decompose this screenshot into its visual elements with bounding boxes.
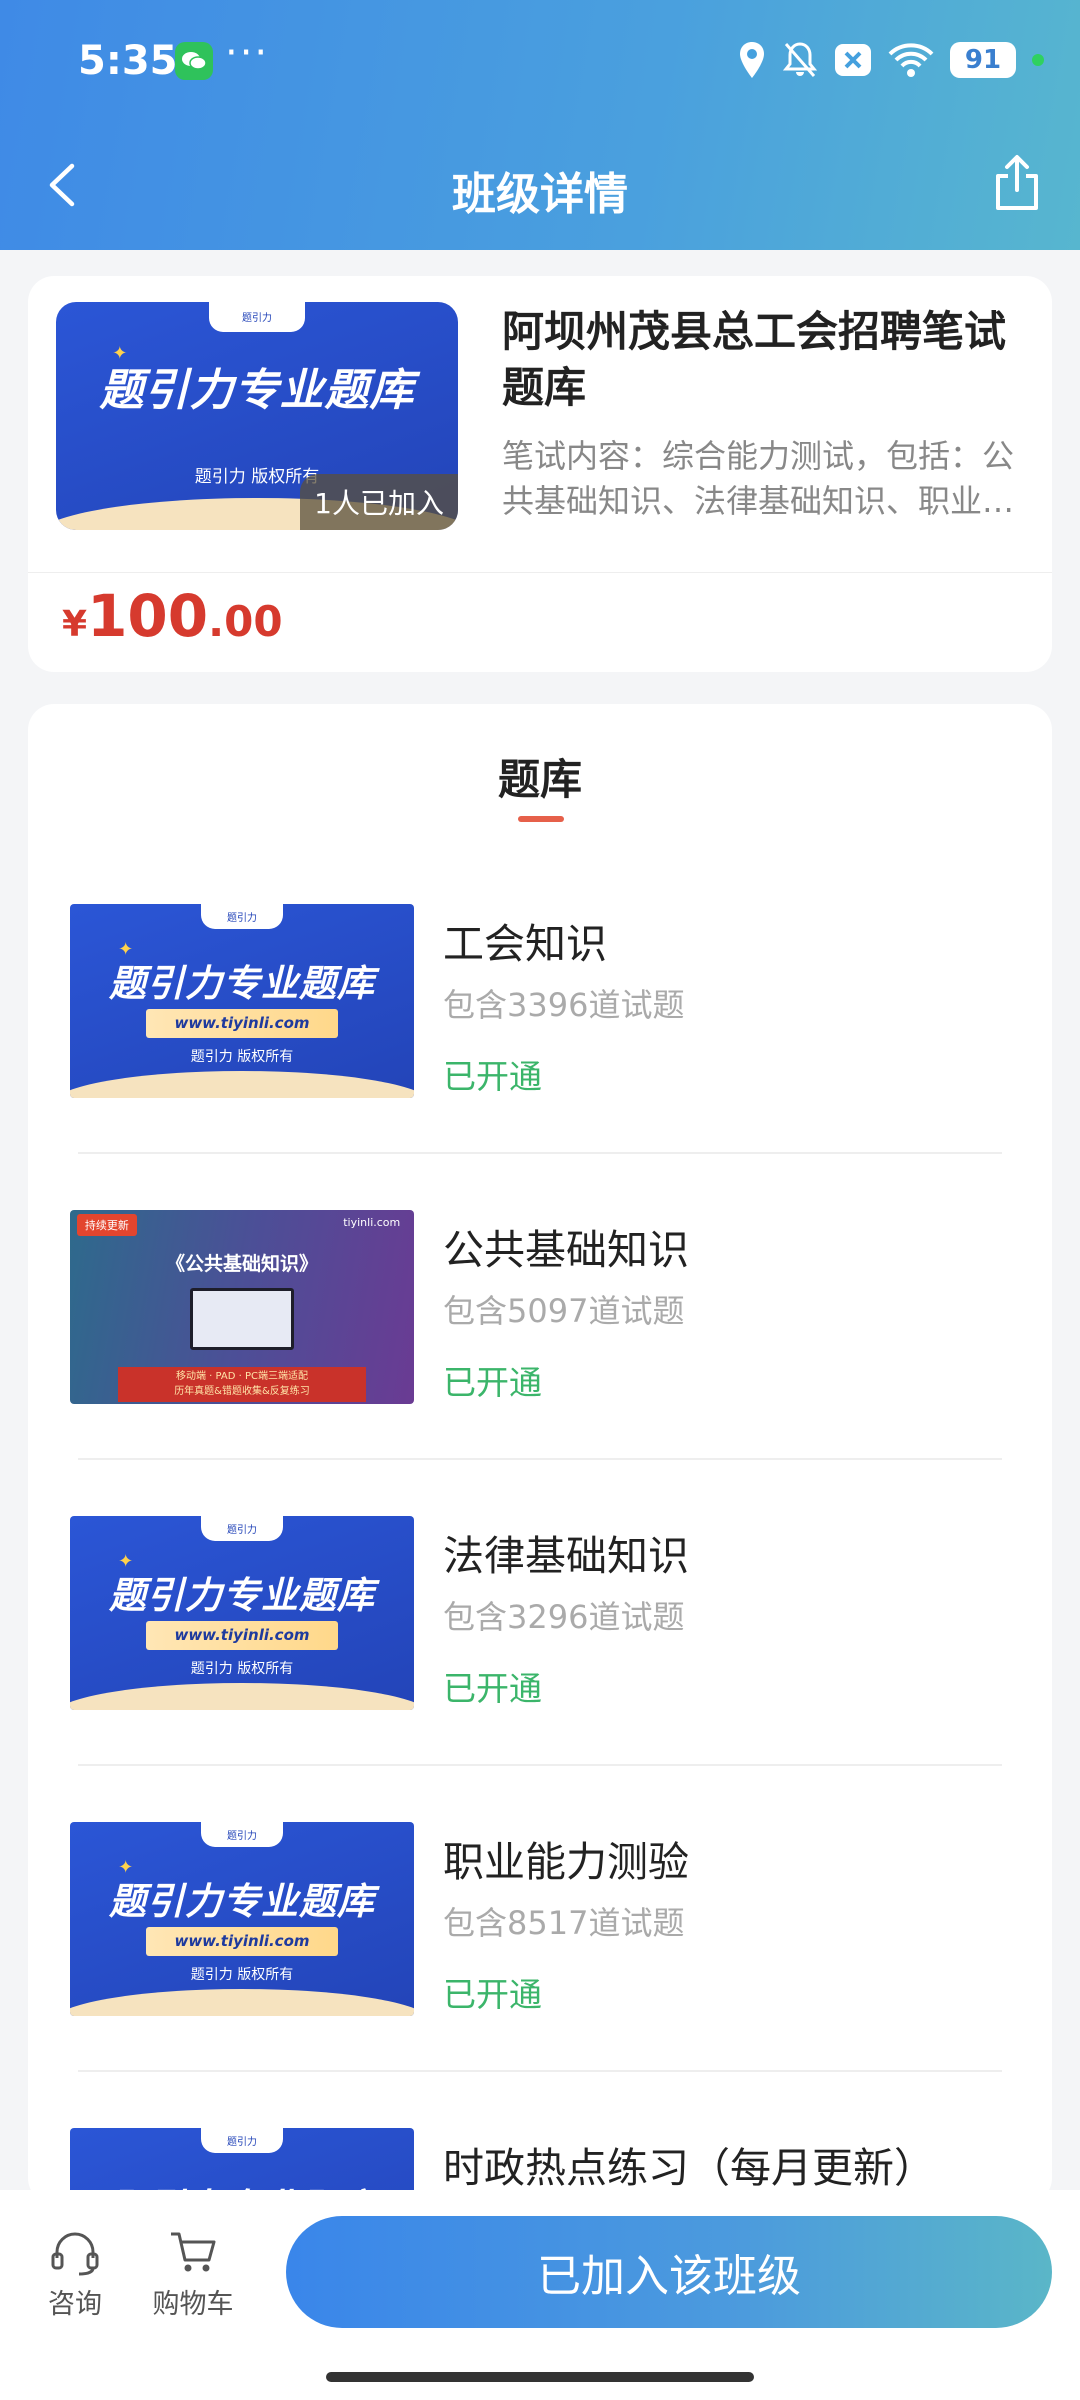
course-card: 题引力 ✦ 题引力专业题库 题引力 版权所有 1人已加入 阿坝州茂县总工会招聘笔… xyxy=(28,276,1052,672)
item-count: 包含8517道试题 xyxy=(443,1904,685,1942)
wechat-icon xyxy=(175,42,213,80)
list-item[interactable]: 题引力 ✦ 题引力专业题库 www.tiyinli.com 题引力 版权所有 工… xyxy=(28,904,1052,1210)
location-icon xyxy=(740,42,764,78)
divider xyxy=(28,572,1052,573)
item-thumbnail: 题引力 ✦ 题引力专业题库 www.tiyinli.com 题引力 版权所有 xyxy=(70,1822,414,2016)
course-description: 笔试内容：综合能力测试，包括：公共基础知识、法律基础知识、职业能力测验等 xyxy=(502,437,1015,520)
list-item[interactable]: 题引力 ✦ 题引力专业题库 www.tiyinli.com 题引力 版权所有 法… xyxy=(28,1516,1052,1822)
cart-label: 购物车 xyxy=(152,2289,234,2320)
tab-underline xyxy=(518,816,564,822)
item-status: 已开通 xyxy=(443,1669,542,1708)
item-name: 公共基础知识 xyxy=(443,1226,689,1274)
status-time: 5:35 xyxy=(78,38,178,84)
item-status: 已开通 xyxy=(443,1363,542,1402)
item-name: 时政热点练习（每月更新） xyxy=(443,2144,935,2192)
item-thumbnail: 题引力 ✦ 题引力专业题库 www.tiyinli.com 题引力 版权所有 xyxy=(70,904,414,1098)
thumb-tab: 题引力 xyxy=(200,1516,284,1542)
thumb-copyright: 题引力 版权所有 xyxy=(190,1048,294,1065)
more-notifications-icon: ··· xyxy=(225,30,270,76)
thumb-tab: 题引力 xyxy=(200,2128,284,2154)
thumb-headline: 题引力专业题库 xyxy=(109,1573,375,1617)
divider xyxy=(78,1458,1002,1460)
cart-button[interactable]: 购物车 xyxy=(148,2228,238,2321)
thumb-tab: 题引力 xyxy=(208,302,306,332)
thumb-banner: 移动端 · PAD · PC端三端适配 历年真题&错题收集&反复练习 xyxy=(118,1367,366,1403)
status-icons: 91 xyxy=(738,38,1044,82)
thumb-headline: 题引力专业题库 xyxy=(109,961,375,1005)
thumb-tag: 持续更新 xyxy=(76,1213,137,1236)
list-item[interactable]: 题引力 ✦ 题引力专业题库 www.tiyinli.com 题引力 版权所有 职… xyxy=(28,1822,1052,2128)
thumb-tab: 题引力 xyxy=(200,1822,284,1848)
header: 5:35 ··· 91 班级详情 xyxy=(0,0,1080,250)
home-indicator[interactable] xyxy=(326,2372,754,2382)
thumb-url: www.tiyinli.com xyxy=(145,1620,339,1650)
price-symbol: ¥ xyxy=(62,604,88,645)
headset-icon xyxy=(51,2232,99,2276)
item-count: 包含3296道试题 xyxy=(443,1598,685,1636)
thumb-heading: 《公共基础知识》 xyxy=(165,1252,318,1275)
question-bank-card: 题库 题引力 ✦ 题引力专业题库 www.tiyinli.com 题引力 版权所… xyxy=(28,704,1052,2204)
price-decimal: .00 xyxy=(208,597,283,646)
section-title[interactable]: 题库 xyxy=(28,746,1052,807)
item-count: 包含5097道试题 xyxy=(443,1292,685,1330)
battery-indicator: 91 xyxy=(950,42,1016,78)
cart-icon xyxy=(171,2232,216,2272)
divider xyxy=(78,1764,1002,1766)
item-thumbnail: 持续更新 tiyinli.com 《公共基础知识》 移动端 · PAD · PC… xyxy=(70,1210,414,1404)
thumb-brand: tiyinli.com xyxy=(343,1215,401,1229)
item-name: 职业能力测验 xyxy=(443,1838,689,1886)
item-count: 包含3396道试题 xyxy=(443,986,685,1024)
item-name: 工会知识 xyxy=(443,920,607,968)
course-thumbnail: 题引力 ✦ 题引力专业题库 题引力 版权所有 1人已加入 xyxy=(56,302,458,530)
thumb-tab: 题引力 xyxy=(200,904,284,930)
consult-label: 咨询 xyxy=(48,2289,102,2320)
bottom-action-bar: 咨询 购物车 已加入该班级 xyxy=(0,2190,1080,2400)
price-integer: 100 xyxy=(87,582,209,650)
item-status: 已开通 xyxy=(443,1057,542,1096)
thumb-copyright: 题引力 版权所有 xyxy=(190,1966,294,1983)
thumb-headline: 题引力专业题库 xyxy=(99,365,415,417)
wifi-icon xyxy=(888,43,934,77)
thumb-headline: 题引力专业题库 xyxy=(109,1879,375,1923)
privacy-dot xyxy=(1032,54,1044,66)
status-bar: 5:35 ··· 91 xyxy=(0,0,1080,120)
list-item[interactable]: 持续更新 tiyinli.com 《公共基础知识》 移动端 · PAD · PC… xyxy=(28,1210,1052,1516)
page-title: 班级详情 xyxy=(452,169,628,220)
banner-line: 移动端 · PAD · PC端三端适配 xyxy=(175,1371,309,1383)
course-price: ¥100.00 xyxy=(62,582,283,650)
close-box-icon xyxy=(835,44,871,76)
consult-button[interactable]: 咨询 xyxy=(30,2228,120,2321)
divider xyxy=(78,1152,1002,1154)
item-name: 法律基础知识 xyxy=(443,1532,689,1580)
item-thumbnail: 题引力 ✦ 题引力专业题库 www.tiyinli.com 题引力 版权所有 xyxy=(70,1516,414,1710)
share-icon[interactable] xyxy=(992,152,1042,212)
joined-count-badge: 1人已加入 xyxy=(300,474,458,530)
divider xyxy=(78,2070,1002,2072)
thumb-url: www.tiyinli.com xyxy=(145,1926,339,1956)
course-title: 阿坝州茂县总工会招聘笔试题库 xyxy=(502,307,1007,412)
device-illustration xyxy=(190,1287,294,1350)
item-status: 已开通 xyxy=(443,1975,542,2014)
banner-line: 历年真题&错题收集&反复练习 xyxy=(174,1386,310,1398)
mute-icon xyxy=(782,42,818,77)
thumb-url: www.tiyinli.com xyxy=(145,1008,339,1038)
joined-class-button[interactable]: 已加入该班级 xyxy=(286,2216,1052,2328)
nav-bar: 班级详情 xyxy=(0,140,1080,230)
thumb-copyright: 题引力 版权所有 xyxy=(190,1660,294,1677)
